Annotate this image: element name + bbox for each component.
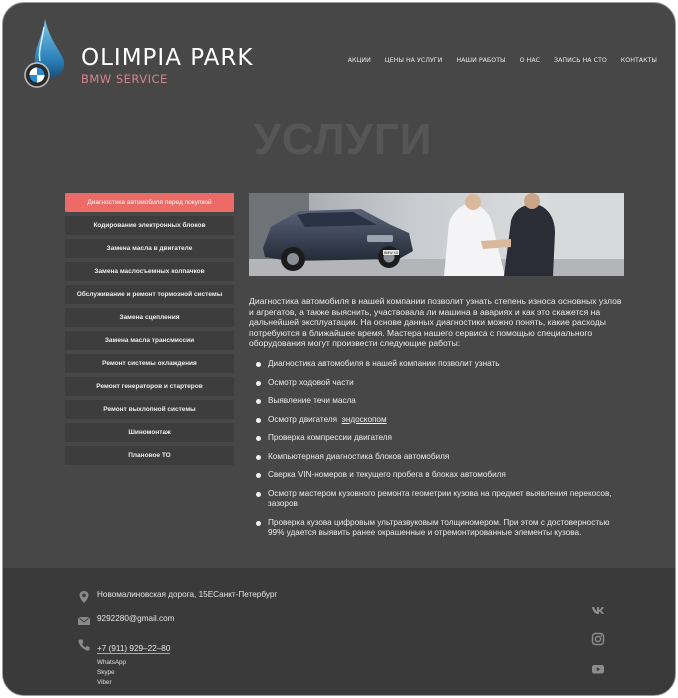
- sidebar-item-maintenance[interactable]: Плановое ТО: [65, 446, 234, 465]
- page-title: УСЛУГИ: [253, 115, 433, 164]
- main-nav: АКЦИИ ЦЕНЫ НА УСЛУГИ НАШИ РАБОТЫ О НАС З…: [348, 57, 657, 64]
- brand-title: OLIMPIA PARK: [81, 45, 254, 71]
- nav-link-works[interactable]: НАШИ РАБОТЫ: [456, 57, 505, 64]
- messenger-viber[interactable]: Viber: [97, 678, 170, 688]
- bmw-drop-logo-icon: [24, 19, 65, 88]
- mail-icon: [77, 616, 91, 625]
- photo-plate-text: BMW X5: [384, 251, 398, 255]
- page-frame: OLIMPIA PARK BMW SERVICE АКЦИИ ЦЕНЫ НА У…: [2, 2, 676, 696]
- footer-phone: +7 (911) 929–22–80 WhatsApp Skype Viber: [77, 638, 171, 688]
- footer-email: 9292280@gmail.com: [77, 614, 175, 628]
- sidebar-item-generators[interactable]: Ремонт генераторов и стартеров: [65, 377, 234, 396]
- sidebar-item-clutch[interactable]: Замена сцепления: [65, 308, 234, 327]
- sidebar-item-exhaust[interactable]: Ремонт выхлопной системы: [65, 400, 234, 419]
- sidebar-item-coding[interactable]: Кодирование электронных блоков: [65, 216, 234, 235]
- sidebar-item-valve-seals[interactable]: Замена маслосъемных колпачков: [65, 262, 234, 281]
- list-item: Сверка VIN-номеров и текущего пробега в …: [255, 470, 627, 481]
- list-item: Осмотр двигателя эндоскопом: [255, 415, 627, 426]
- intro-paragraph: Диагностика автомобиля в нашей компании …: [249, 296, 622, 349]
- sidebar-item-cooling[interactable]: Ремонт системы охлаждения: [65, 354, 234, 373]
- logo[interactable]: OLIMPIA PARK BMW SERVICE: [23, 17, 293, 97]
- sidebar-item-brakes[interactable]: Обслуживание и ремонт тормозной системы: [65, 285, 234, 304]
- location-pin-icon: [79, 591, 89, 603]
- list-item: Компьютерная диагностика блоков автомоби…: [255, 452, 627, 463]
- sidebar-item-transmission-oil[interactable]: Замена масла трансмиссии: [65, 331, 234, 350]
- brand-subtitle: BMW SERVICE: [81, 72, 168, 86]
- list-item: Диагностика автомобиля в нашей компании …: [255, 359, 627, 370]
- services-sidebar: Диагностика автомобиля перед покупкой Ко…: [65, 193, 234, 469]
- phone-link[interactable]: +7 (911) 929–22–80: [97, 644, 171, 654]
- list-item: Выявление течи масла: [255, 396, 627, 407]
- list-item: Осмотр ходовой части: [255, 378, 627, 389]
- vk-icon[interactable]: [591, 603, 605, 617]
- instagram-icon[interactable]: [591, 632, 605, 646]
- list-item: Осмотр мастером кузовного ремонта геомет…: [255, 489, 627, 510]
- phone-icon: [78, 639, 90, 651]
- youtube-icon[interactable]: [591, 662, 605, 676]
- nav-link-booking[interactable]: ЗАПИСЬ НА СТО: [554, 57, 607, 64]
- nav-link-about[interactable]: О НАС: [520, 57, 540, 64]
- list-item: Проверка кузова цифровым ультразвуковым …: [255, 518, 627, 539]
- email-link[interactable]: 9292280@gmail.com: [97, 614, 175, 624]
- messenger-skype[interactable]: Skype: [97, 668, 170, 678]
- nav-link-promotions[interactable]: АКЦИИ: [348, 57, 371, 64]
- work-list: Диагностика автомобиля в нашей компании …: [255, 359, 627, 539]
- sidebar-item-tires[interactable]: Шиномонтаж: [65, 423, 234, 442]
- sidebar-item-oil-change[interactable]: Замена масла в двигателе: [65, 239, 234, 258]
- list-item: Проверка компрессии двигателя: [255, 433, 627, 444]
- service-photo: BMW X5: [249, 193, 624, 276]
- address-text: Новомалиновская дорога, 15ЕСанкт-Петербу…: [97, 590, 278, 599]
- messenger-whatsapp[interactable]: WhatsApp: [97, 658, 170, 668]
- nav-link-prices[interactable]: ЦЕНЫ НА УСЛУГИ: [385, 57, 443, 64]
- nav-link-contacts[interactable]: КОНТАКТЫ: [621, 57, 657, 64]
- endoscope-link[interactable]: эндоскопом: [342, 415, 387, 424]
- sidebar-item-diagnostics[interactable]: Диагностика автомобиля перед покупкой: [65, 193, 234, 212]
- footer: Новомалиновская дорога, 15ЕСанкт-Петербу…: [3, 568, 675, 695]
- footer-address: Новомалиновская дорога, 15ЕСанкт-Петербу…: [77, 590, 277, 604]
